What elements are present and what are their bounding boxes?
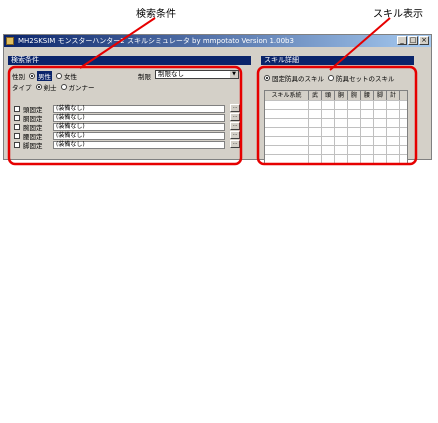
fixed-armor-skill-label[interactable]: 固定防具のスキル: [272, 73, 324, 83]
type-swordsman-radio[interactable]: [35, 84, 42, 90]
equip-arms-field[interactable]: (装備なし): [53, 122, 225, 131]
limit-value: 制限なし: [158, 70, 184, 78]
armor-set-skill-label[interactable]: 防具セットのスキル: [336, 73, 395, 83]
equip-row-legs: 脚固定 (装備なし): [14, 140, 225, 150]
table-row[interactable]: [265, 100, 407, 109]
browse-legs-button[interactable]: ...: [230, 140, 240, 148]
equip-waist-checkbox[interactable]: [14, 132, 20, 139]
skill-mode-row: 固定防具のスキル 防具セットのスキル: [260, 73, 395, 83]
type-label: タイプ: [12, 84, 32, 92]
col-total[interactable]: 計: [387, 91, 400, 100]
equip-arms-checkbox[interactable]: [14, 123, 20, 130]
skill-table-header: スキル系統 武 頭 胴 腕 腰 脚 計: [265, 91, 407, 100]
skill-panel-title: スキル詳細: [261, 56, 414, 65]
equip-waist-field[interactable]: (装備なし): [53, 131, 225, 140]
type-gunner-label[interactable]: ガンナー: [69, 82, 95, 92]
search-panel-title: 検索条件: [8, 56, 251, 65]
fixed-armor-skill-radio[interactable]: [264, 75, 270, 81]
table-row[interactable]: [265, 145, 407, 154]
browse-body-button[interactable]: ...: [230, 113, 240, 121]
col-skill-type[interactable]: スキル系統: [265, 91, 309, 100]
gender-male-label[interactable]: 男性: [37, 71, 52, 81]
table-row[interactable]: [265, 109, 407, 118]
browse-arms-button[interactable]: ...: [230, 122, 240, 130]
table-row[interactable]: [265, 127, 407, 136]
table-row[interactable]: [265, 136, 407, 145]
equip-body-field[interactable]: (装備なし): [53, 113, 225, 122]
equip-legs-checkbox[interactable]: [14, 141, 20, 148]
armor-set-skill-radio[interactable]: [328, 75, 334, 81]
limit-select[interactable]: 制限なし ▼: [155, 70, 239, 79]
browse-head-button[interactable]: ...: [230, 104, 240, 112]
browse-waist-button[interactable]: ...: [230, 131, 240, 139]
minimize-button[interactable]: _: [397, 36, 407, 45]
limit-row: 制限: [138, 71, 151, 81]
gender-female-label[interactable]: 女性: [64, 71, 77, 81]
col-arms[interactable]: 腕: [348, 91, 361, 100]
equip-legs-field[interactable]: (装備なし): [53, 140, 225, 149]
gender-female-radio[interactable]: [56, 73, 62, 79]
close-button[interactable]: ×: [419, 36, 429, 45]
gender-label: 性別: [12, 73, 25, 81]
app-icon: [6, 37, 14, 45]
equip-legs-label: 脚固定: [23, 141, 43, 150]
type-gunner-radio[interactable]: [60, 84, 67, 90]
col-legs[interactable]: 脚: [374, 91, 387, 100]
col-head[interactable]: 頭: [322, 91, 335, 100]
table-row[interactable]: [265, 118, 407, 127]
skill-display-callout: スキル表示: [373, 9, 423, 20]
gender-male-radio[interactable]: [29, 73, 35, 79]
gender-row: 性別 男性 女性: [12, 71, 77, 81]
title-bar[interactable]: MH2SKSIM モンスターハンター2 スキルシミュレータ by mmpotat…: [4, 35, 431, 47]
maximize-button[interactable]: □: [408, 36, 418, 45]
search-conditions-callout: 検索条件: [136, 9, 176, 20]
equip-head-field[interactable]: (装備なし): [53, 104, 225, 113]
equip-head-checkbox[interactable]: [14, 105, 20, 112]
skill-table[interactable]: スキル系統 武 頭 胴 腕 腰 脚 計: [264, 90, 408, 164]
table-row[interactable]: [265, 154, 407, 163]
limit-label: 制限: [138, 73, 151, 81]
type-row: タイプ 剣士 ガンナー: [12, 82, 95, 92]
chevron-down-icon[interactable]: ▼: [230, 71, 238, 78]
col-weapon[interactable]: 武: [309, 91, 322, 100]
col-body[interactable]: 胴: [335, 91, 348, 100]
equip-body-checkbox[interactable]: [14, 114, 20, 121]
window-title: MH2SKSIM モンスターハンター2 スキルシミュレータ by mmpotat…: [18, 37, 294, 45]
type-swordsman-label[interactable]: 剣士: [44, 82, 57, 92]
col-waist[interactable]: 腰: [361, 91, 374, 100]
